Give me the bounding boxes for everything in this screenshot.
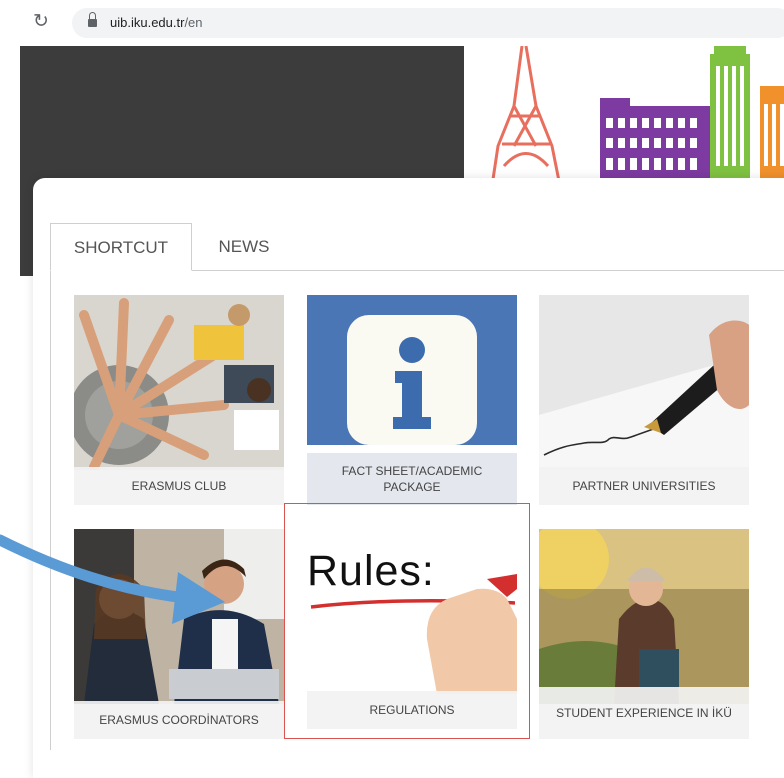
eiffel-tower-illustration bbox=[490, 46, 562, 186]
reload-icon[interactable]: ↻ bbox=[30, 11, 52, 33]
colosseum-illustration bbox=[600, 98, 710, 178]
tab-bar: SHORTCUT NEWS bbox=[50, 223, 784, 271]
tile-label: FACT SHEET/ACADEMIC PACKAGE bbox=[307, 453, 517, 505]
tile-fact-sheet[interactable]: FACT SHEET/ACADEMIC PACKAGE bbox=[307, 295, 517, 505]
erasmus-club-image bbox=[74, 295, 284, 470]
address-bar[interactable]: uib.iku.edu.tr/en bbox=[72, 8, 784, 38]
temple-illustration bbox=[760, 86, 784, 178]
url-text: uib.iku.edu.tr/en bbox=[110, 15, 203, 30]
url-host: uib.iku.edu.tr bbox=[110, 15, 185, 30]
info-image bbox=[307, 295, 517, 445]
annotation-arrow-icon bbox=[0, 534, 225, 624]
tab-shortcut[interactable]: SHORTCUT bbox=[50, 223, 192, 271]
tile-student-experience[interactable]: STUDENT EXPERIENCE IN İKÜ bbox=[539, 529, 749, 739]
tile-label: STUDENT EXPERIENCE IN İKÜ bbox=[539, 687, 749, 739]
tile-partner-universities[interactable]: PARTNER UNIVERSITIES bbox=[539, 295, 749, 505]
tile-label: PARTNER UNIVERSITIES bbox=[539, 467, 749, 505]
tile-label: ERASMUS CLUB bbox=[74, 467, 284, 505]
tile-erasmus-club[interactable]: ERASMUS CLUB bbox=[74, 295, 284, 505]
tab-news[interactable]: NEWS bbox=[200, 223, 288, 271]
landmarks-banner bbox=[464, 46, 784, 186]
fountain-pen-image bbox=[539, 295, 749, 470]
browser-toolbar: ↻ uib.iku.edu.tr/en bbox=[0, 0, 784, 46]
tower-illustration bbox=[710, 46, 750, 178]
student-image bbox=[539, 529, 749, 704]
url-path: /en bbox=[184, 15, 203, 30]
tile-label: ERASMUS COORDİNATORS bbox=[74, 701, 284, 739]
lock-icon bbox=[88, 12, 97, 27]
highlight-box bbox=[284, 503, 530, 739]
